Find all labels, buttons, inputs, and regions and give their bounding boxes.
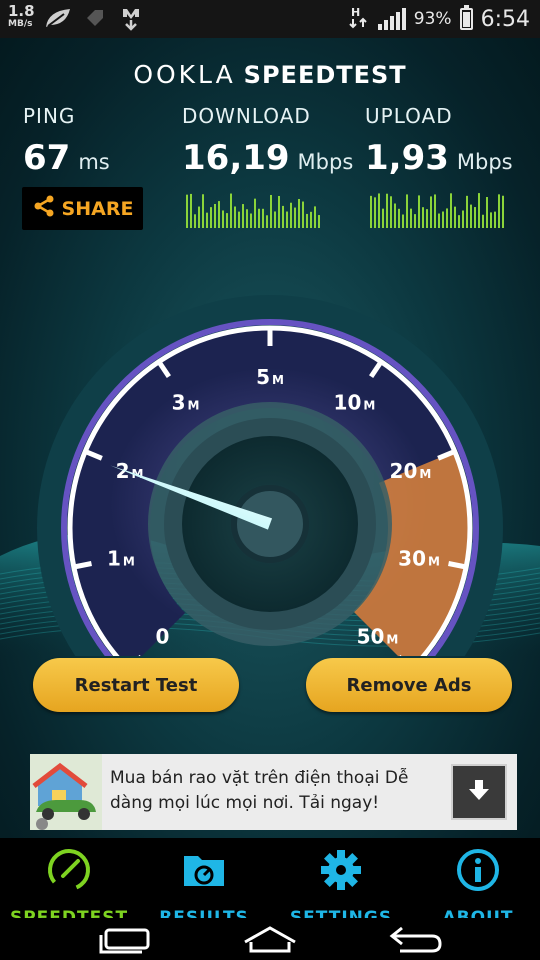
upload-result: 1,93 Mbps bbox=[365, 138, 513, 178]
back-icon[interactable] bbox=[388, 924, 444, 958]
status-right: H 93% 6:54 bbox=[348, 0, 530, 38]
results-folder-icon bbox=[180, 856, 228, 898]
bottom-tab-bar: SPEEDTEST RESULTS SETTINGS ABOUT bbox=[0, 838, 540, 928]
upload-sparkline bbox=[370, 193, 504, 228]
ad-download-button[interactable] bbox=[451, 764, 507, 820]
android-nav-bar bbox=[0, 918, 540, 960]
restart-test-button[interactable]: Restart Test bbox=[33, 658, 239, 712]
remove-ads-label: Remove Ads bbox=[346, 674, 472, 696]
gauge-tick-label: 0 bbox=[156, 624, 170, 648]
tab-about[interactable]: ABOUT bbox=[413, 846, 540, 928]
download-result: 16,19 Mbps bbox=[182, 138, 353, 178]
network-speed-unit: MB/s bbox=[8, 19, 33, 29]
ookla-logo-text: OOKLA bbox=[133, 60, 236, 89]
speedometer-icon bbox=[45, 849, 93, 898]
recent-apps-icon[interactable] bbox=[98, 926, 152, 958]
gauge-tick bbox=[75, 561, 92, 570]
signal-strength-icon bbox=[377, 8, 406, 30]
app-logo: OOKLA SPEEDTEST bbox=[0, 60, 540, 89]
speed-gauge: 01 M2 M3 M5 M10 M20 M30 M50 M bbox=[0, 295, 540, 656]
info-icon bbox=[454, 849, 502, 898]
restart-test-label: Restart Test bbox=[74, 674, 198, 696]
leaf-icon bbox=[44, 7, 72, 33]
download-sparkline bbox=[186, 193, 320, 228]
gear-icon bbox=[317, 850, 365, 898]
upload-value: 1,93 bbox=[365, 138, 449, 178]
status-bar: 1.8 MB/s H 93% 6:54 bbox=[0, 0, 540, 38]
upload-label: UPLOAD bbox=[365, 104, 453, 128]
speedtest-screen: OOKLA SPEEDTEST PING DOWNLOAD UPLOAD 67 ms… bbox=[0, 38, 540, 838]
battery-percent: 93% bbox=[413, 9, 452, 29]
upload-unit: Mbps bbox=[456, 150, 513, 174]
clock: 6:54 bbox=[480, 6, 530, 32]
ad-text: Mua bán rao vặt trên điện thoại Dễ dàng … bbox=[110, 768, 409, 813]
home-icon[interactable] bbox=[241, 924, 299, 958]
share-icon bbox=[32, 194, 56, 223]
remove-ads-button[interactable]: Remove Ads bbox=[306, 658, 512, 712]
svg-text:H: H bbox=[351, 6, 360, 19]
tab-results[interactable]: RESULTS bbox=[139, 846, 269, 928]
battery-icon bbox=[459, 5, 473, 30]
share-label: SHARE bbox=[61, 197, 134, 220]
speedtest-logo-text: SPEEDTEST bbox=[243, 61, 407, 89]
ad-banner[interactable]: Mua bán rao vặt trên điện thoại Dễ dàng … bbox=[30, 754, 517, 830]
download-label: DOWNLOAD bbox=[182, 104, 311, 128]
download-arrow-icon bbox=[466, 777, 492, 807]
ad-image bbox=[30, 754, 102, 830]
gauge-tick bbox=[448, 561, 465, 570]
network-speed: 1.8 MB/s bbox=[8, 3, 35, 29]
download-status-icon bbox=[120, 7, 142, 35]
download-unit: Mbps bbox=[297, 150, 354, 174]
ping-label: PING bbox=[23, 104, 76, 128]
ping-result: 67 ms bbox=[23, 138, 110, 178]
ping-value: 67 bbox=[23, 138, 71, 178]
download-value: 16,19 bbox=[182, 138, 290, 178]
network-speed-value: 1.8 bbox=[8, 2, 35, 20]
tag-icon bbox=[84, 7, 106, 33]
hspa-icon: H bbox=[348, 5, 370, 33]
tab-settings[interactable]: SETTINGS bbox=[276, 846, 406, 928]
ping-unit: ms bbox=[78, 150, 110, 174]
share-button[interactable]: SHARE bbox=[22, 187, 143, 230]
tab-speedtest[interactable]: SPEEDTEST bbox=[4, 846, 134, 928]
